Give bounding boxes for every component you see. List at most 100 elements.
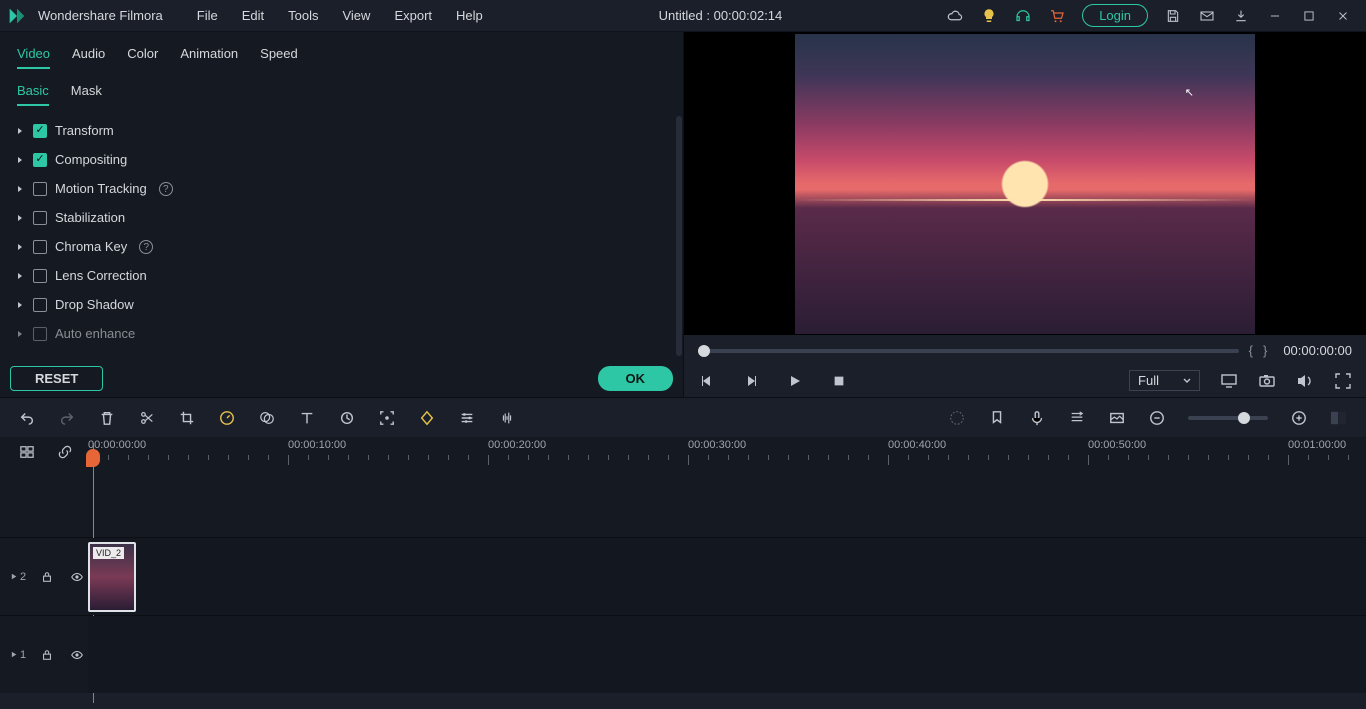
clip[interactable]: VID_2 [88,542,136,612]
playhead-zone [88,467,1366,497]
volume-icon[interactable] [1296,372,1314,390]
checkbox-auto-enhance[interactable] [33,327,47,341]
quality-dropdown[interactable]: Full [1129,370,1200,391]
help-icon[interactable]: ? [159,182,173,196]
mail-icon[interactable] [1198,7,1216,25]
zoom-fit-icon[interactable] [1330,409,1348,427]
render-icon[interactable] [948,409,966,427]
caret-icon[interactable] [15,126,25,136]
close-icon[interactable] [1334,7,1352,25]
checkbox-transform[interactable] [33,124,47,138]
checkbox-drop-shadow[interactable] [33,298,47,312]
crop-icon[interactable] [178,409,196,427]
tab-animation[interactable]: Animation [180,46,238,69]
menu-export[interactable]: Export [382,2,444,29]
mark-out-icon[interactable]: } [1263,343,1267,358]
text-icon[interactable] [298,409,316,427]
seek-bar[interactable] [698,349,1239,353]
keyframe-time-icon[interactable] [338,409,356,427]
playhead[interactable] [86,449,100,467]
color-icon[interactable] [258,409,276,427]
tab-audio[interactable]: Audio [72,46,105,69]
ruler-label: 00:00:10:00 [288,439,346,451]
menu-edit[interactable]: Edit [230,2,276,29]
zoom-slider[interactable] [1188,416,1268,420]
mixer-icon[interactable] [1068,409,1086,427]
display-icon[interactable] [1220,372,1238,390]
redo-icon[interactable] [58,409,76,427]
lock-icon[interactable] [38,646,56,664]
prop-compositing: Compositing [0,145,683,174]
play-icon[interactable] [786,372,804,390]
lock-icon[interactable] [38,568,56,586]
playback-right: Full [1129,370,1352,391]
track-type-icon: 1 [10,649,26,661]
caret-icon[interactable] [15,271,25,281]
visibility-icon[interactable] [68,646,86,664]
subtab-mask[interactable]: Mask [71,83,102,106]
time-ruler[interactable]: 00:00:00:0000:00:10:0000:00:20:0000:00:3… [88,437,1366,467]
checkbox-motion-tracking[interactable] [33,182,47,196]
visibility-icon[interactable] [68,568,86,586]
speed-icon[interactable] [218,409,236,427]
detect-icon[interactable] [378,409,396,427]
subtab-basic[interactable]: Basic [17,83,49,106]
caret-icon[interactable] [15,184,25,194]
help-icon[interactable]: ? [139,240,153,254]
marker-icon[interactable] [988,409,1006,427]
adjust-icon[interactable] [458,409,476,427]
zoom-knob[interactable] [1238,412,1250,424]
login-button[interactable]: Login [1082,4,1148,27]
caret-icon[interactable] [15,213,25,223]
link-icon[interactable] [56,443,74,461]
zoom-in-icon[interactable] [1290,409,1308,427]
keyframe-icon[interactable] [418,409,436,427]
menu-tools[interactable]: Tools [276,2,330,29]
track-manager-icon[interactable] [18,443,36,461]
headphones-icon[interactable] [1014,7,1032,25]
lightbulb-icon[interactable] [980,7,998,25]
camera-icon[interactable] [1258,372,1276,390]
minimize-icon[interactable] [1266,7,1284,25]
ok-button[interactable]: OK [598,366,674,391]
mark-in-icon[interactable]: { [1249,343,1253,358]
thumbnails-icon[interactable] [1108,409,1126,427]
undo-icon[interactable] [18,409,36,427]
stop-icon[interactable] [830,372,848,390]
audio-icon[interactable] [498,409,516,427]
reset-button[interactable]: RESET [10,366,103,391]
tab-video[interactable]: Video [17,46,50,69]
record-voiceover-icon[interactable] [1028,409,1046,427]
menu-help[interactable]: Help [444,2,495,29]
track-body[interactable] [88,616,1366,693]
checkbox-lens-correction[interactable] [33,269,47,283]
save-icon[interactable] [1164,7,1182,25]
checkbox-compositing[interactable] [33,153,47,167]
checkbox-stabilization[interactable] [33,211,47,225]
caret-icon[interactable] [15,300,25,310]
caret-icon[interactable] [15,155,25,165]
seek-head[interactable] [698,345,710,357]
download-icon[interactable] [1232,7,1250,25]
prop-auto-enhance: Auto enhance [0,319,683,348]
project-title: Untitled : 00:00:02:14 [503,8,938,23]
cart-icon[interactable] [1048,7,1066,25]
fullscreen-icon[interactable] [1334,372,1352,390]
track-body[interactable]: VID_2 [88,538,1366,615]
caret-icon[interactable] [15,329,25,339]
preview-viewport[interactable]: ↖ [684,32,1366,335]
prev-frame-icon[interactable] [698,372,716,390]
caret-icon[interactable] [15,242,25,252]
next-frame-icon[interactable] [742,372,760,390]
checkbox-chroma-key[interactable] [33,240,47,254]
menu-view[interactable]: View [330,2,382,29]
zoom-out-icon[interactable] [1148,409,1166,427]
maximize-icon[interactable] [1300,7,1318,25]
tab-speed[interactable]: Speed [260,46,298,69]
prop-motion-tracking: Motion Tracking ? [0,174,683,203]
delete-icon[interactable] [98,409,116,427]
menu-file[interactable]: File [185,2,230,29]
cloud-icon[interactable] [946,7,964,25]
tab-color[interactable]: Color [127,46,158,69]
split-icon[interactable] [138,409,156,427]
